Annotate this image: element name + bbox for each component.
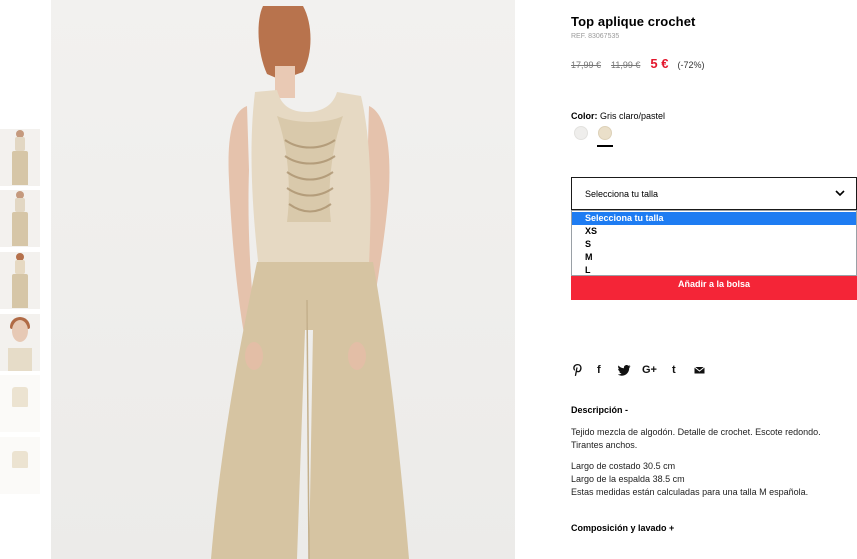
size-options-list: Selecciona tu talla XS S M L — [571, 210, 857, 276]
product-info-panel: Top aplique crochet REF. 83067535 17,99 … — [571, 0, 857, 559]
price-block: 17,99 € 11,99 € 5 € (-72%) — [571, 56, 705, 71]
color-label: Color: Gris claro/pastel — [571, 111, 665, 121]
size-option-placeholder[interactable]: Selecciona tu talla — [572, 212, 856, 225]
size-option-xs[interactable]: XS — [572, 225, 856, 238]
measurements-text: Largo de costado 30.5 cm Largo de la esp… — [571, 460, 857, 499]
selected-swatch-indicator — [597, 145, 613, 147]
share-icons: f G+ t — [571, 363, 711, 377]
size-option-s[interactable]: S — [572, 238, 856, 251]
measurement-note: Estas medidas están calculadas para una … — [571, 487, 809, 497]
size-select-value: Selecciona tu talla — [585, 189, 659, 199]
previous-price: 11,99 € — [611, 60, 641, 70]
discount-badge: (-72%) — [677, 60, 705, 70]
color-swatch-pastel[interactable] — [598, 126, 612, 140]
thumbnail-2[interactable] — [0, 190, 40, 247]
thumbnail-3[interactable] — [0, 252, 40, 309]
thumbnail-6[interactable] — [0, 437, 40, 494]
chevron-down-icon — [835, 190, 845, 197]
color-label-title: Color: — [571, 111, 598, 121]
description-heading[interactable]: Descripción - — [571, 405, 628, 415]
twitter-icon[interactable] — [618, 363, 631, 377]
thumbnail-5[interactable] — [0, 375, 40, 432]
thumbnail-1[interactable] — [0, 129, 40, 186]
tumblr-icon[interactable]: t — [672, 363, 676, 377]
product-reference: REF. 83067535 — [571, 33, 620, 40]
current-price: 5 € — [650, 56, 669, 71]
size-option-m[interactable]: M — [572, 251, 856, 264]
measurement-back-length: Largo de la espalda 38.5 cm — [571, 474, 685, 484]
measurement-side-length: Largo de costado 30.5 cm — [571, 461, 676, 471]
google-plus-icon[interactable]: G+ — [642, 363, 657, 377]
description-text: Tejido mezcla de algodón. Detalle de cro… — [571, 427, 821, 450]
model-illustration — [211, 6, 409, 559]
thumbnail-4[interactable] — [0, 314, 40, 371]
add-to-bag-button[interactable]: Añadir a la bolsa — [571, 276, 857, 300]
facebook-icon[interactable]: f — [597, 363, 601, 377]
size-select[interactable]: Selecciona tu talla — [571, 177, 857, 210]
color-swatches — [574, 126, 634, 150]
main-product-image[interactable] — [51, 0, 515, 559]
composition-heading[interactable]: Composición y lavado + — [571, 523, 674, 533]
original-price: 17,99 € — [571, 60, 602, 70]
pinterest-icon[interactable] — [572, 363, 583, 377]
email-icon[interactable] — [694, 363, 705, 377]
color-swatch-light-grey[interactable] — [574, 126, 588, 140]
color-value: Gris claro/pastel — [600, 111, 666, 121]
product-title: Top aplique crochet — [571, 14, 696, 29]
